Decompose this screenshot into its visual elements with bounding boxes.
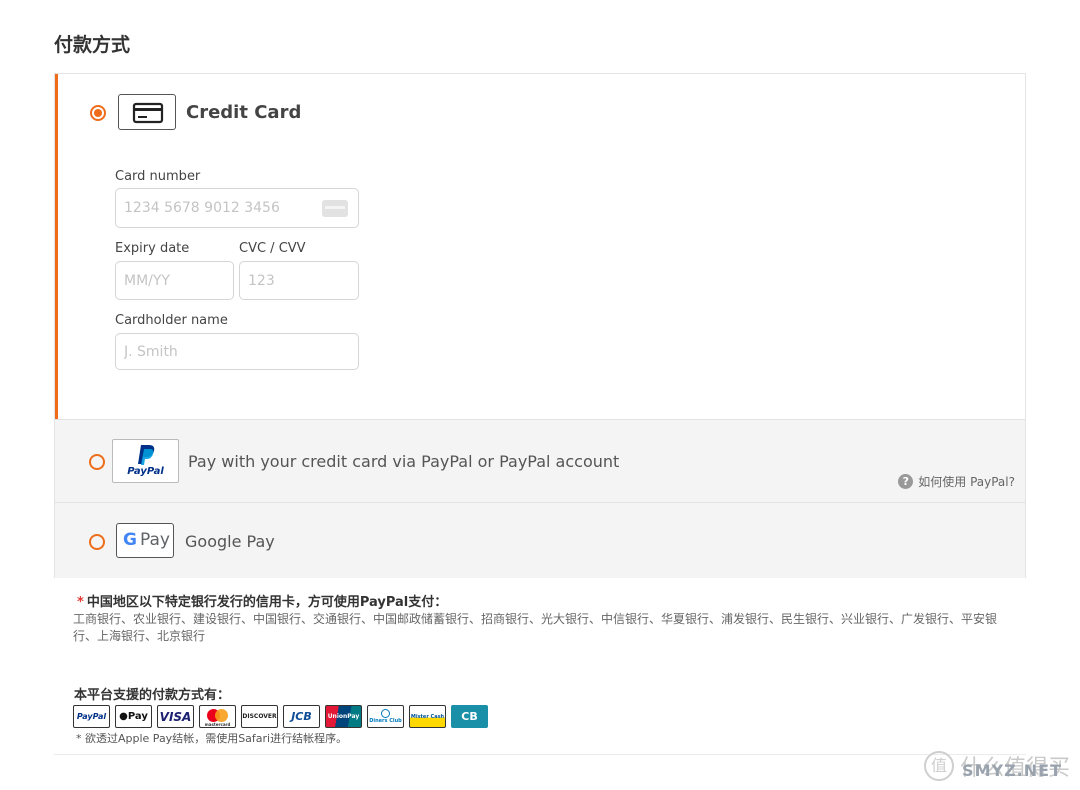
cvc-label: CVC / CVV <box>239 241 306 256</box>
google-pay-label: Google Pay <box>185 532 275 551</box>
cvc-input[interactable] <box>239 261 359 300</box>
google-pay-radio[interactable] <box>89 534 105 550</box>
watermark: 值 什么值得买 SMYZ.NET <box>923 750 1070 782</box>
paypal-help-link[interactable]: ? 如何使用 PayPal? <box>898 473 1015 490</box>
mastercard-brand-icon: mastercard <box>199 705 236 728</box>
expiry-input[interactable] <box>115 261 234 300</box>
page-title: 付款方式 <box>54 34 131 56</box>
diners-club-brand-icon: Diners Club <box>367 705 404 728</box>
jcb-brand-icon: JCB <box>283 705 320 728</box>
paypal-label: Pay with your credit card via PayPal or … <box>188 452 620 471</box>
cardholder-label: Cardholder name <box>115 313 228 328</box>
paypal-logo-text: PayPal <box>127 466 164 477</box>
paypal-bank-list: 工商银行、农业银行、建设银行、中国银行、交通银行、中国邮政储蓄银行、招商银行、光… <box>73 612 998 643</box>
payment-methods-panel: Credit Card Card number Expiry date CVC … <box>54 73 1026 578</box>
mastercard-yellow-circle <box>215 709 228 722</box>
visa-brand-icon: VISA <box>157 705 194 728</box>
unionpay-brand-icon: UnionPay <box>325 705 362 728</box>
paypal-brand-icon: PayPal <box>73 705 110 728</box>
supported-brands: PayPal ● Pay VISA mastercard DISCOVER JCB… <box>73 705 488 728</box>
card-type-icon <box>322 200 348 217</box>
mastercard-text: mastercard <box>204 722 231 727</box>
watermark-site: SMYZ.NET <box>962 761 1062 780</box>
bancontact-brand-icon: Mister Cash <box>409 705 446 728</box>
apple-pay-brand-icon: ● Pay <box>115 705 152 728</box>
paypal-icon <box>138 445 155 465</box>
method-credit-card[interactable]: Credit Card Card number Expiry date CVC … <box>55 74 1025 419</box>
method-paypal[interactable]: PayPal Pay with your credit card via Pay… <box>55 419 1025 502</box>
google-pay-logo-text: Pay <box>140 530 170 550</box>
paypal-help-text: 如何使用 PayPal? <box>918 475 1015 489</box>
apple-pay-note: * 欲透过Apple Pay结帐，需使用Safari进行结帐程序。 <box>76 732 348 745</box>
apple-pay-text: Pay <box>127 711 148 722</box>
watermark-badge-icon: 值 <box>923 751 954 781</box>
credit-card-title: Credit Card <box>186 102 302 123</box>
paypal-radio[interactable] <box>89 454 105 470</box>
note-title-text: 中国地区以下特定银行发行的信用卡，方可使用PayPal支付： <box>86 595 448 610</box>
diners-circle-icon <box>381 709 390 718</box>
card-number-label: Card number <box>115 169 201 184</box>
method-google-pay[interactable]: G Pay Google Pay <box>55 502 1025 578</box>
required-star: * <box>77 595 84 610</box>
expiry-label: Expiry date <box>115 241 190 256</box>
supported-methods-title: 本平台支援的付款方式有： <box>74 688 231 703</box>
credit-card-logo <box>118 94 176 130</box>
bottom-divider <box>54 754 1026 755</box>
cardholder-input[interactable] <box>115 333 359 370</box>
paypal-logo: PayPal <box>112 439 179 483</box>
apple-icon: ● <box>119 711 128 722</box>
cb-brand-icon: CB <box>451 705 488 728</box>
diners-text: Diners Club <box>369 718 402 724</box>
paypal-bank-note-title: * 中国地区以下特定银行发行的信用卡，方可使用PayPal支付： <box>77 591 447 610</box>
question-icon: ? <box>898 474 914 489</box>
discover-brand-icon: DISCOVER <box>241 705 278 728</box>
credit-card-radio[interactable] <box>90 105 106 121</box>
google-g-icon: G <box>123 530 137 550</box>
google-pay-logo: G Pay <box>116 523 174 558</box>
credit-card-icon <box>132 102 164 124</box>
